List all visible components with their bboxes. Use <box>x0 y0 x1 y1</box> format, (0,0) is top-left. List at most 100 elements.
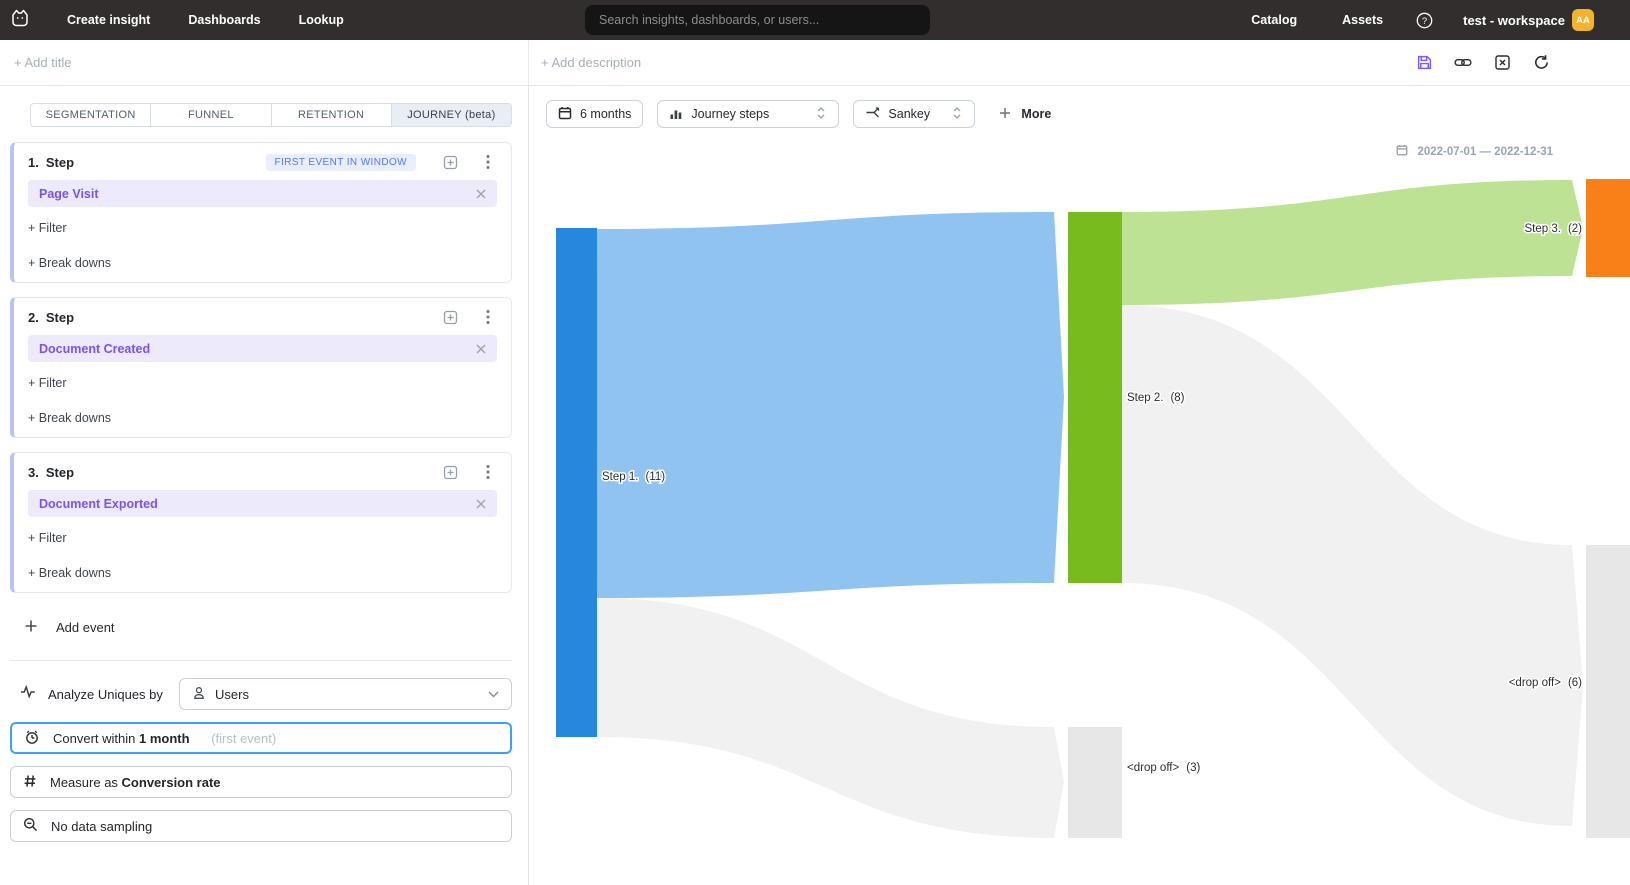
conversion-window-value: 1 month <box>139 731 190 746</box>
copy-link-icon[interactable] <box>1454 54 1472 72</box>
nav-lookup[interactable]: Lookup <box>299 13 344 27</box>
up-down-chevron-icon <box>951 106 963 123</box>
add-breakdown-button[interactable]: + Break downs <box>28 566 497 580</box>
calendar-icon <box>558 106 572 123</box>
add-step-icon[interactable] <box>441 308 459 326</box>
sankey-node-dropoff-1[interactable] <box>1068 727 1122 838</box>
sankey-label-step2: Step 2.(8) <box>1127 392 1185 404</box>
tab-retention[interactable]: RETENTION <box>272 104 392 126</box>
svg-text:?: ? <box>1421 16 1426 27</box>
measure-as-value: Conversion rate <box>122 775 221 790</box>
save-icon[interactable] <box>1415 54 1433 72</box>
step-number: 2. <box>28 310 39 325</box>
step-menu-icon[interactable] <box>479 308 497 326</box>
step-title: Step <box>46 155 74 170</box>
first-event-badge: FIRST EVENT IN WINDOW <box>266 154 416 171</box>
event-pill[interactable]: Document Created <box>28 335 497 362</box>
add-filter-button[interactable]: + Filter <box>28 221 497 235</box>
sankey-label-step3: Step 3.(2) <box>1524 223 1582 235</box>
sankey-node-step2[interactable] <box>1068 212 1122 583</box>
pulse-icon <box>20 684 36 705</box>
workspace-name[interactable]: test - workspace <box>1463 13 1565 28</box>
sankey-node-dropoff-2[interactable] <box>1586 545 1630 838</box>
analyze-row: Analyze Uniques by Users <box>10 678 512 710</box>
remove-event-icon[interactable] <box>476 344 486 354</box>
top-bar-right: Catalog Assets ? test - workspace AA <box>1251 0 1594 40</box>
step-card-3: 3. Step Document Exported <box>10 452 512 593</box>
plus-icon <box>24 619 38 636</box>
top-nav: Create insight Dashboards Lookup <box>67 13 344 27</box>
up-down-chevron-icon <box>815 106 827 123</box>
analyze-label: Analyze Uniques by <box>48 687 163 702</box>
add-step-icon[interactable] <box>441 463 459 481</box>
insight-type-tabs: SEGMENTATION FUNNEL RETENTION JOURNEY (b… <box>30 103 512 127</box>
user-icon <box>192 686 206 703</box>
add-event-button[interactable]: Add event <box>24 619 512 636</box>
nav-dashboards[interactable]: Dashboards <box>188 13 260 27</box>
step-number: 1. <box>28 155 39 170</box>
event-pill[interactable]: Page Visit <box>28 180 497 207</box>
conversion-window-hint: (first event) <box>211 731 276 746</box>
app-logo[interactable] <box>8 6 32 35</box>
alarm-clock-icon <box>24 729 40 748</box>
add-breakdown-button[interactable]: + Break downs <box>28 411 497 425</box>
user-avatar[interactable]: AA <box>1572 9 1594 31</box>
refresh-icon[interactable] <box>1532 54 1550 72</box>
sankey-label-dropoff-2: <drop off>(6) <box>1509 677 1582 689</box>
tab-funnel[interactable]: FUNNEL <box>151 104 271 126</box>
insight-header: + Add title + Add description <box>0 40 1630 86</box>
step-number: 3. <box>28 465 39 480</box>
sankey-label-step1: Step 1.(11) <box>602 471 665 483</box>
remove-event-icon[interactable] <box>476 499 486 509</box>
nav-catalog[interactable]: Catalog <box>1251 13 1297 27</box>
sankey-flow-step1-step2[interactable] <box>597 212 1064 598</box>
cat-logo-icon <box>8 6 32 35</box>
sankey-label-dropoff-1: <drop off>(3) <box>1127 762 1200 774</box>
tab-segmentation[interactable]: SEGMENTATION <box>31 104 151 126</box>
event-name: Document Created <box>39 342 150 356</box>
event-name: Page Visit <box>39 187 99 201</box>
sankey-flow-step2-dropoff[interactable] <box>1122 305 1583 826</box>
add-breakdown-button[interactable]: + Break downs <box>28 256 497 270</box>
sankey-node-step3[interactable] <box>1586 179 1630 277</box>
add-filter-button[interactable]: + Filter <box>28 376 497 390</box>
data-sampling-setting[interactable]: No data sampling <box>10 810 512 842</box>
step-menu-icon[interactable] <box>479 463 497 481</box>
plus-icon <box>999 107 1011 122</box>
search-input[interactable] <box>585 5 930 35</box>
nav-create-insight[interactable]: Create insight <box>67 13 150 27</box>
step-title: Step <box>46 310 74 325</box>
add-filter-button[interactable]: + Filter <box>28 531 497 545</box>
date-range-button[interactable]: 6 months <box>546 100 643 128</box>
chart-panel: 6 months Journey steps <box>529 86 1630 885</box>
sankey-flow-step1-dropoff[interactable] <box>597 598 1064 838</box>
nav-assets[interactable]: Assets <box>1342 13 1383 27</box>
chart-toolbar: 6 months Journey steps <box>529 86 1630 140</box>
help-icon[interactable]: ? <box>1415 11 1433 29</box>
hash-icon <box>23 774 37 791</box>
zoom-out-icon <box>23 817 38 835</box>
chart-type-select[interactable]: Sankey <box>853 100 975 128</box>
sankey-flow-step2-step3[interactable] <box>1122 180 1583 305</box>
more-options-button[interactable]: More <box>999 107 1051 122</box>
chevron-down-icon <box>488 691 499 698</box>
top-bar: Create insight Dashboards Lookup Catalog… <box>0 0 1630 40</box>
tab-journey[interactable]: JOURNEY (beta) <box>392 104 511 126</box>
conversion-window-setting[interactable]: Convert within 1 month (first event) <box>10 722 512 754</box>
add-title-button[interactable]: + Add title <box>0 40 529 85</box>
step-menu-icon[interactable] <box>479 153 497 171</box>
bar-chart-icon <box>669 106 683 123</box>
measure-as-setting[interactable]: Measure as Conversion rate <box>10 766 512 798</box>
add-description-button[interactable]: + Add description <box>541 55 641 70</box>
view-select[interactable]: Journey steps <box>657 100 839 128</box>
event-pill[interactable]: Document Exported <box>28 490 497 517</box>
sankey-node-step1[interactable] <box>556 228 597 737</box>
analyze-by-select[interactable]: Users <box>179 678 512 710</box>
event-name: Document Exported <box>39 497 158 511</box>
clear-insight-icon[interactable] <box>1493 54 1511 72</box>
sidebar-divider <box>10 660 512 661</box>
remove-event-icon[interactable] <box>476 189 486 199</box>
step-card-1: 1. Step FIRST EVENT IN WINDOW Page Visit <box>10 142 512 283</box>
query-sidebar: SEGMENTATION FUNNEL RETENTION JOURNEY (b… <box>0 86 529 885</box>
add-step-icon[interactable] <box>441 153 459 171</box>
